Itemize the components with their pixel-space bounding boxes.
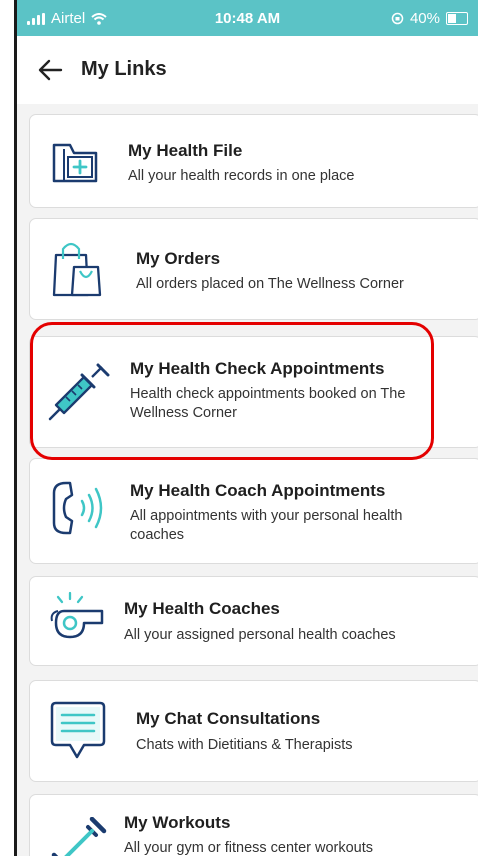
whistle-icon: [50, 591, 104, 639]
outer-margin: [0, 0, 14, 856]
link-description: All your assigned personal health coache…: [124, 627, 396, 643]
page-title: My Links: [81, 58, 167, 80]
link-card-health-coaches[interactable]: My Health Coaches All your assigned pers…: [29, 576, 478, 666]
status-bar: Airtel 10:48 AM 40%: [17, 0, 478, 36]
link-card-chat-consultations[interactable]: My Chat Consultations Chats with Dietiti…: [29, 680, 478, 782]
link-title: My Orders: [136, 249, 221, 268]
link-description: All your gym or fitness center workouts: [124, 840, 374, 856]
phone-ringing-icon: [52, 481, 103, 535]
status-right: 40%: [391, 10, 468, 27]
link-title: My Workouts: [124, 813, 231, 832]
health-file-folder-icon: [52, 143, 98, 183]
chat-bubble-icon: [50, 701, 106, 759]
battery-icon: [446, 12, 468, 25]
shopping-bags-icon: [52, 242, 102, 297]
orientation-lock-icon: [391, 12, 404, 25]
link-description: All appointments with your personal heal…: [130, 508, 403, 543]
links-list: My Health File All your health records i…: [17, 104, 478, 856]
link-card-health-coach-appointments[interactable]: My Health Coach Appointments All appoint…: [29, 458, 478, 564]
link-description: All your health records in one place: [128, 168, 355, 184]
app-header: My Links: [17, 36, 478, 105]
phone-screen: Airtel 10:48 AM 40% My Links My Health F…: [14, 0, 478, 856]
link-title: My Chat Consultations: [136, 709, 321, 728]
link-card-health-check-appointments[interactable]: My Health Check Appointments Health chec…: [29, 336, 478, 448]
link-description: Health check appointments booked on The …: [130, 386, 406, 421]
syringe-icon: [48, 363, 110, 421]
link-title: My Health Coaches: [124, 599, 280, 618]
link-title: My Health Coach Appointments: [130, 481, 386, 500]
arrow-left-icon[interactable]: [37, 58, 63, 82]
dumbbell-icon: [51, 817, 107, 856]
link-card-health-file[interactable]: My Health File All your health records i…: [29, 114, 478, 208]
link-title: My Health File: [128, 141, 243, 160]
link-description: Chats with Dietitians & Therapists: [136, 737, 353, 753]
link-description: All orders placed on The Wellness Corner: [136, 276, 404, 292]
link-card-workouts[interactable]: My Workouts All your gym or fitness cent…: [29, 794, 478, 856]
link-title: My Health Check Appointments: [130, 359, 385, 378]
link-card-orders[interactable]: My Orders All orders placed on The Welln…: [29, 218, 478, 320]
battery-percent: 40%: [409, 10, 440, 27]
